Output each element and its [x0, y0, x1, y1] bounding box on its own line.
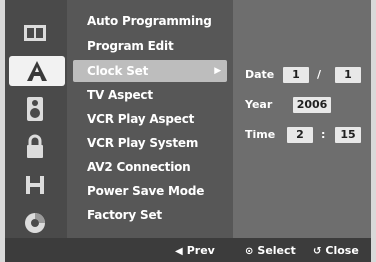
setup-menu-screen: Auto Programming Program Edit Clock Set … [5, 0, 371, 262]
chevron-right-icon: ▶ [214, 66, 221, 76]
date-month-field[interactable]: 1 [283, 67, 309, 83]
select-hint[interactable]: ⊙ Select [245, 243, 296, 259]
menu-item-program-edit[interactable]: Program Edit [87, 35, 174, 57]
lock-icon[interactable] [11, 132, 59, 162]
year-field[interactable]: 2006 [293, 97, 331, 113]
menu-item-vcr-play-aspect[interactable]: VCR Play Aspect [87, 108, 194, 130]
clock-settings-panel: Date 1 / 1 Year 2006 Time 2 : 15 [233, 0, 371, 238]
menu-item-factory-set[interactable]: Factory Set [87, 204, 162, 226]
navigation-hint-bar: ◀ Prev ⊙ Select ↺ Close [5, 238, 371, 262]
time-hour-field[interactable]: 2 [287, 127, 313, 143]
speaker-icon[interactable] [11, 94, 59, 124]
close-hint-label: Close [325, 244, 359, 257]
menu-item-vcr-play-system[interactable]: VCR Play System [87, 132, 198, 154]
date-separator: / [317, 68, 322, 81]
disc-icon[interactable] [11, 208, 59, 238]
menu-item-tv-aspect[interactable]: TV Aspect [87, 84, 153, 106]
letter-a-icon[interactable] [9, 56, 65, 86]
select-hint-label: Select [257, 244, 296, 257]
category-sidebar [5, 0, 67, 238]
prev-hint[interactable]: ◀ Prev [175, 243, 215, 259]
time-separator: : [321, 128, 326, 141]
film-strip-icon[interactable] [11, 170, 59, 200]
left-arrow-icon: ◀ [175, 246, 183, 257]
enter-button-icon: ⊙ [245, 246, 254, 257]
date-day-field[interactable]: 1 [335, 67, 361, 83]
date-label: Date [245, 68, 275, 81]
time-minute-field[interactable]: 15 [335, 127, 361, 143]
time-label: Time [245, 128, 276, 141]
menu-item-label: Clock Set [87, 64, 149, 78]
year-label: Year [245, 98, 273, 111]
menu-item-power-save-mode[interactable]: Power Save Mode [87, 180, 204, 202]
close-hint[interactable]: ↺ Close [313, 243, 359, 259]
return-icon: ↺ [313, 246, 322, 257]
menu-item-av2-connection[interactable]: AV2 Connection [87, 156, 191, 178]
settings-menu-list: Auto Programming Program Edit Clock Set … [67, 0, 233, 238]
menu-item-auto-programming[interactable]: Auto Programming [87, 10, 212, 32]
film-icon[interactable] [11, 18, 59, 48]
menu-item-clock-set[interactable]: Clock Set ▶ [73, 60, 227, 82]
prev-hint-label: Prev [186, 244, 215, 257]
